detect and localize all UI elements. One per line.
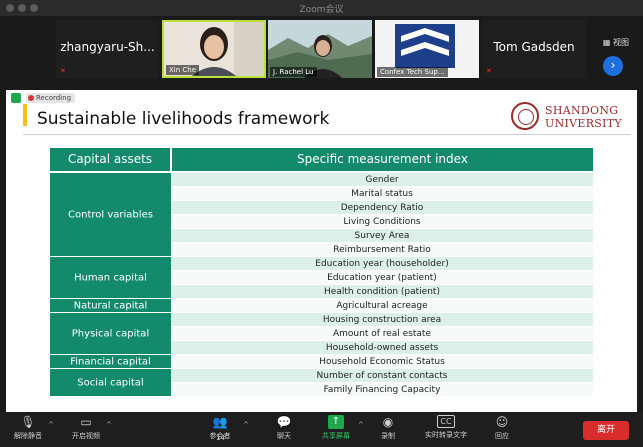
participant-name: Tom Gadsden bbox=[493, 40, 575, 54]
participant-name: Confex Tech Sup... bbox=[377, 67, 448, 77]
recording-label: Recording bbox=[36, 94, 72, 102]
title-accent-bar bbox=[23, 104, 27, 126]
meeting-toolbar: 🎙 解除静音 ^ ▭ 开启视频 ^ 👥14 参会者 ^ 💬 聊天 ↑ 共享屏幕 … bbox=[0, 412, 643, 447]
shared-screen: Recording Sustainable livelihoods framew… bbox=[6, 90, 637, 412]
reactions-button[interactable]: ☺ 回应 bbox=[478, 415, 526, 441]
slide-title: Sustainable livelihoods framework bbox=[37, 109, 330, 129]
capital-asset-cell: Control variables bbox=[50, 173, 171, 256]
participant-tile-3[interactable]: J. Rachel Lu bbox=[268, 20, 372, 78]
reactions-label: 回应 bbox=[495, 432, 509, 440]
window-title: Zoom会议 bbox=[299, 5, 344, 15]
recording-dot-icon bbox=[28, 95, 34, 101]
capital-asset-label: Financial capital bbox=[70, 356, 151, 367]
measurement-index-row: Education year (patient) bbox=[171, 271, 593, 285]
participant-name: zhangyaru-Sh... bbox=[60, 40, 155, 54]
capital-asset-label: Control variables bbox=[68, 209, 153, 220]
measurement-index-row: Agricultural acreage bbox=[171, 299, 593, 313]
start-video-button[interactable]: ▭ 开启视频 bbox=[62, 415, 110, 441]
logo-line-1: SHANDONG bbox=[545, 104, 619, 117]
measurement-index-row: Reimbursement Ratio bbox=[171, 243, 593, 257]
participant-gallery: zhangyaru-Sh... ✕ Xin Che J. Rachel Lu C… bbox=[0, 16, 643, 84]
participant-tile-1[interactable]: zhangyaru-Sh... ✕ bbox=[56, 20, 159, 78]
people-icon: 👥14 bbox=[212, 415, 228, 442]
measurement-index-row: Dependency Ratio bbox=[171, 201, 593, 215]
participant-tile-2-active[interactable]: Xin Che bbox=[162, 20, 266, 78]
share-screen-icon: ↑ bbox=[328, 415, 344, 429]
capital-asset-label: Human capital bbox=[74, 272, 147, 283]
capital-asset-cell: Human capital bbox=[50, 257, 171, 298]
university-logo: SHANDONG UNIVERSITY bbox=[511, 102, 631, 132]
recording-indicator[interactable]: Recording bbox=[26, 93, 76, 103]
record-label: 录制 bbox=[381, 432, 395, 440]
video-options-caret[interactable]: ^ bbox=[106, 421, 112, 429]
participant-name: Xin Che bbox=[166, 65, 200, 75]
measurement-index-row: Marital status bbox=[171, 187, 593, 201]
university-seal-icon bbox=[511, 102, 539, 130]
leave-button[interactable]: 离开 bbox=[583, 421, 629, 440]
microphone-muted-icon: 🎙 bbox=[20, 415, 36, 429]
chat-button[interactable]: 💬 聊天 bbox=[260, 415, 308, 441]
title-divider bbox=[23, 134, 631, 135]
next-page-button[interactable]: › bbox=[603, 56, 623, 76]
measurement-index-row: Household Economic Status bbox=[171, 355, 593, 369]
video-off-icon: ▭ bbox=[80, 415, 92, 429]
window-titlebar: Zoom会议 bbox=[0, 0, 643, 17]
security-shield-icon bbox=[11, 93, 21, 103]
capital-asset-label: Social capital bbox=[77, 377, 144, 388]
chevron-right-icon: › bbox=[610, 58, 616, 72]
unmute-button[interactable]: 🎙 解除静音 bbox=[4, 415, 52, 441]
participant-tile-4[interactable]: Confex Tech Sup... bbox=[375, 20, 479, 78]
capital-asset-cell: Physical capital bbox=[50, 313, 171, 354]
chat-bubble-icon: 💬 bbox=[276, 415, 292, 429]
measurement-index-row: Gender bbox=[171, 173, 593, 187]
live-transcript-label: 实时转录文字 bbox=[425, 431, 467, 439]
muted-mic-icon: ✕ bbox=[486, 67, 492, 75]
participants-options-caret[interactable]: ^ bbox=[243, 421, 249, 429]
capital-asset-cell: Financial capital bbox=[50, 355, 171, 368]
capital-asset-cell: Natural capital bbox=[50, 299, 171, 312]
muted-mic-icon: ✕ bbox=[60, 67, 66, 75]
header-measurement-index: Specific measurement index bbox=[172, 148, 593, 171]
smiley-plus-icon: ☺ bbox=[495, 415, 509, 429]
grid-icon: ▦ bbox=[602, 38, 611, 47]
record-button[interactable]: ◉ 录制 bbox=[364, 415, 412, 441]
capital-asset-label: Physical capital bbox=[71, 328, 150, 339]
measurement-table: Capital assets Specific measurement inde… bbox=[50, 148, 593, 412]
measurement-index-row: Living Conditions bbox=[171, 215, 593, 229]
capital-asset-label: Natural capital bbox=[73, 300, 148, 311]
measurement-index-row: Housing construction area bbox=[171, 313, 593, 327]
measurement-index-row: Number of constant contacts bbox=[171, 369, 593, 383]
participants-label: 参会者 bbox=[209, 432, 231, 440]
participant-tile-5[interactable]: Tom Gadsden ✕ bbox=[482, 20, 586, 78]
logo-line-2: UNIVERSITY bbox=[545, 117, 622, 130]
record-icon: ◉ bbox=[382, 415, 394, 429]
live-transcript-button[interactable]: CC 实时转录文字 bbox=[418, 415, 474, 440]
view-label: 视图 bbox=[613, 38, 629, 47]
measurement-index-row: Education year (householder) bbox=[171, 257, 593, 271]
chat-label: 聊天 bbox=[277, 432, 291, 440]
unmute-label: 解除静音 bbox=[14, 432, 42, 440]
share-screen-button[interactable]: ↑ 共享屏幕 bbox=[312, 415, 360, 441]
start-video-label: 开启视频 bbox=[72, 432, 100, 440]
measurement-index-row: Health condition (patient) bbox=[171, 285, 593, 299]
participants-button[interactable]: 👥14 参会者 bbox=[196, 415, 244, 442]
measurement-index-row: Family Financing Capacity bbox=[171, 383, 593, 397]
participant-name: J. Rachel Lu bbox=[270, 67, 317, 77]
measurement-index-row: Survey Area bbox=[171, 229, 593, 243]
capital-asset-cell: Social capital bbox=[50, 369, 171, 396]
closed-caption-icon: CC bbox=[437, 415, 455, 428]
measurement-index-row: Amount of real estate bbox=[171, 327, 593, 341]
share-options-caret[interactable]: ^ bbox=[358, 421, 364, 429]
measurement-index-row: Household-owned assets bbox=[171, 341, 593, 355]
view-button[interactable]: ▦ 视图 bbox=[603, 37, 629, 48]
audio-options-caret[interactable]: ^ bbox=[48, 421, 54, 429]
header-capital-assets: Capital assets bbox=[50, 148, 170, 171]
share-screen-label: 共享屏幕 bbox=[322, 432, 350, 440]
